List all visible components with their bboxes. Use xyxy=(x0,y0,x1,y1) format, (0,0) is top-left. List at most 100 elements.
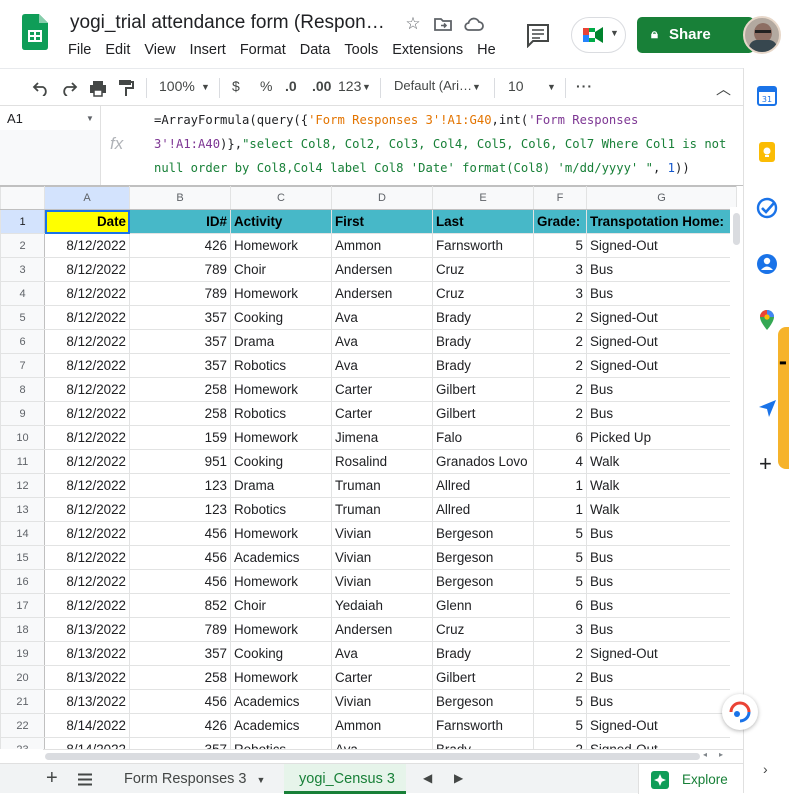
cell-grade[interactable]: 2 xyxy=(533,641,587,666)
cell-last[interactable]: Cruz xyxy=(432,281,534,306)
scroll-left-icon[interactable]: ◂ xyxy=(703,750,707,759)
cell-last[interactable]: Brady xyxy=(432,641,534,666)
cell-date[interactable]: 8/12/2022 xyxy=(44,305,130,330)
column-header-f[interactable]: F xyxy=(533,186,587,210)
cell-first[interactable]: Andersen xyxy=(331,281,433,306)
cell-date[interactable]: 8/12/2022 xyxy=(44,425,130,450)
row-header[interactable]: 13 xyxy=(0,497,45,522)
cell-date[interactable]: 8/12/2022 xyxy=(44,449,130,474)
row-header[interactable]: 3 xyxy=(0,257,45,282)
cell-first[interactable]: Andersen xyxy=(331,617,433,642)
cell-id-header[interactable]: ID# xyxy=(129,209,231,234)
cell-activity[interactable]: Homework xyxy=(230,233,332,258)
cell-first[interactable]: Carter xyxy=(331,665,433,690)
cell-transportation[interactable]: Bus xyxy=(586,401,737,426)
cell-grade[interactable]: 2 xyxy=(533,737,587,749)
decrease-decimal-button[interactable]: .0 xyxy=(285,78,297,94)
cell-id[interactable]: 357 xyxy=(129,305,231,330)
row-header[interactable]: 19 xyxy=(0,641,45,666)
cell-id[interactable]: 159 xyxy=(129,425,231,450)
column-header-d[interactable]: D xyxy=(331,186,433,210)
cell-first[interactable]: Ava xyxy=(331,737,433,749)
meet-button[interactable]: ▼ xyxy=(571,17,626,53)
row-header[interactable]: 14 xyxy=(0,521,45,546)
scroll-right-icon[interactable]: ▸ xyxy=(719,750,723,759)
cell-grade[interactable]: 1 xyxy=(533,473,587,498)
menu-insert[interactable]: Insert xyxy=(190,42,226,58)
cell-transportation[interactable]: Signed-Out xyxy=(586,737,737,749)
zoom-dropdown-icon[interactable]: ▼ xyxy=(201,82,210,92)
cell-grade[interactable]: 2 xyxy=(533,377,587,402)
addon-side-tab[interactable]: ▮ xyxy=(778,327,789,469)
cell-date[interactable]: 8/12/2022 xyxy=(44,401,130,426)
row-header[interactable]: 11 xyxy=(0,449,45,474)
cell-id[interactable]: 426 xyxy=(129,713,231,738)
star-icon[interactable]: ☆ xyxy=(402,13,424,35)
redo-icon[interactable] xyxy=(60,80,78,96)
cell-last[interactable]: Gilbert xyxy=(432,665,534,690)
cell-a1-date-header[interactable]: Date xyxy=(44,209,130,234)
cell-activity[interactable]: Robotics xyxy=(230,353,332,378)
row-header[interactable]: 20 xyxy=(0,665,45,690)
column-header-g[interactable]: G xyxy=(586,186,737,210)
cell-grade[interactable]: 4 xyxy=(533,449,587,474)
show-side-panel-icon[interactable]: › xyxy=(763,761,768,777)
all-sheets-icon[interactable] xyxy=(77,773,93,786)
cell-id[interactable]: 789 xyxy=(129,617,231,642)
cloud-status-icon[interactable] xyxy=(463,13,485,35)
contacts-icon[interactable] xyxy=(756,253,778,275)
cell-activity[interactable]: Cooking xyxy=(230,305,332,330)
cell-id[interactable]: 357 xyxy=(129,353,231,378)
cell-grade[interactable]: 5 xyxy=(533,233,587,258)
column-header-b[interactable]: B xyxy=(129,186,231,210)
row-header[interactable]: 9 xyxy=(0,401,45,426)
get-addons-icon[interactable]: + xyxy=(759,451,772,477)
cell-last[interactable]: Brady xyxy=(432,305,534,330)
percent-format-button[interactable]: % xyxy=(260,78,272,94)
horizontal-scroll-thumb[interactable] xyxy=(45,753,700,760)
more-formats-dropdown-icon[interactable]: ▼ xyxy=(362,82,371,92)
cell-id[interactable]: 789 xyxy=(129,257,231,282)
cell-first[interactable]: Rosalind xyxy=(331,449,433,474)
account-avatar[interactable] xyxy=(743,16,781,54)
cell-id[interactable]: 258 xyxy=(129,665,231,690)
cell-grade[interactable]: 6 xyxy=(533,425,587,450)
cell-first[interactable]: Truman xyxy=(331,497,433,522)
cell-id[interactable]: 426 xyxy=(129,233,231,258)
row-header[interactable]: 2 xyxy=(0,233,45,258)
row-header[interactable]: 4 xyxy=(0,281,45,306)
cell-last[interactable]: Bergeson xyxy=(432,689,534,714)
cell-grade[interactable]: 5 xyxy=(533,569,587,594)
column-header-e[interactable]: E xyxy=(432,186,534,210)
cell-transportation[interactable]: Bus xyxy=(586,281,737,306)
font-dropdown-icon[interactable]: ▼ xyxy=(472,82,481,92)
menu-format[interactable]: Format xyxy=(240,42,286,58)
share-button[interactable]: 🔒︎ Share xyxy=(637,17,754,53)
cell-first[interactable]: Ava xyxy=(331,353,433,378)
cell-grade[interactable]: 1 xyxy=(533,497,587,522)
cell-grade[interactable]: 2 xyxy=(533,305,587,330)
cell-grade[interactable]: 5 xyxy=(533,713,587,738)
paint-format-icon[interactable] xyxy=(118,79,134,97)
menu-view[interactable]: View xyxy=(144,42,175,58)
row-header[interactable]: 1 xyxy=(0,209,45,234)
cell-activity[interactable]: Academics xyxy=(230,713,332,738)
cell-first[interactable]: Ammon xyxy=(331,713,433,738)
currency-format-button[interactable]: $ xyxy=(232,78,240,94)
cell-date[interactable]: 8/12/2022 xyxy=(44,593,130,618)
cell-last[interactable]: Gilbert xyxy=(432,401,534,426)
cell-date[interactable]: 8/12/2022 xyxy=(44,257,130,282)
tasks-icon[interactable] xyxy=(756,197,778,219)
assistant-bubble-button[interactable] xyxy=(722,694,758,730)
sheets-logo-icon[interactable] xyxy=(22,14,48,50)
cell-date[interactable]: 8/12/2022 xyxy=(44,497,130,522)
cell-grade[interactable]: 5 xyxy=(533,521,587,546)
cell-activity[interactable]: Robotics xyxy=(230,497,332,522)
collapse-menus-icon[interactable]: ︿ xyxy=(716,78,731,99)
cell-activity[interactable]: Choir xyxy=(230,593,332,618)
cell-grade[interactable]: 3 xyxy=(533,617,587,642)
cell-grade-header[interactable]: Grade: xyxy=(533,209,587,234)
cell-date[interactable]: 8/13/2022 xyxy=(44,689,130,714)
cell-activity[interactable]: Homework xyxy=(230,281,332,306)
cell-grade[interactable]: 3 xyxy=(533,257,587,282)
